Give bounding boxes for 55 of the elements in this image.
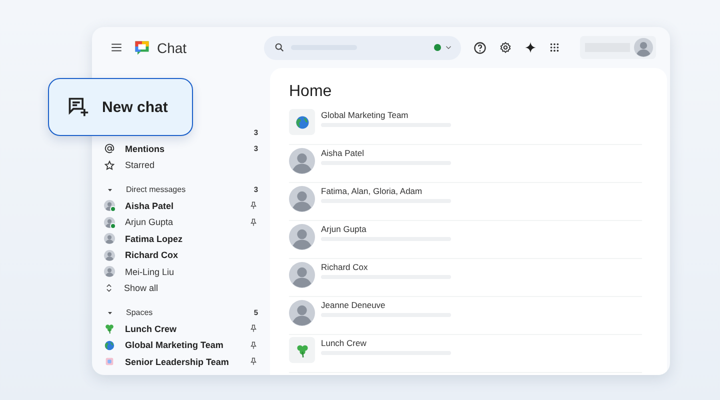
avatar-icon xyxy=(104,250,115,261)
pin-icon[interactable] xyxy=(249,357,258,366)
pin-icon[interactable] xyxy=(249,218,258,227)
avatar-icon xyxy=(104,266,115,278)
help-icon[interactable] xyxy=(473,40,487,54)
account-button[interactable] xyxy=(580,36,656,59)
avatar-icon xyxy=(634,38,653,57)
globe-icon xyxy=(104,340,115,351)
conversation-item[interactable]: Global Marketing Team xyxy=(289,107,642,145)
sidebar-item[interactable]: Senior Leadership Team xyxy=(125,356,239,367)
avatar-icon xyxy=(104,233,115,244)
section-heading[interactable]: Direct messages xyxy=(126,185,242,194)
space-icon xyxy=(104,356,115,368)
sidebar-item[interactable]: Show all xyxy=(124,283,258,294)
section-heading[interactable]: Spaces xyxy=(126,308,242,317)
settings-icon[interactable] xyxy=(499,41,512,54)
sidebar-item[interactable]: Fatima Lopez xyxy=(125,234,258,244)
avatar-icon xyxy=(289,224,315,250)
shamrock-icon xyxy=(104,323,115,334)
chat-logo-icon xyxy=(133,38,151,56)
conversation-item[interactable]: Jeanne Deneuve xyxy=(289,297,642,335)
search-icon xyxy=(274,42,286,53)
sidebar-item[interactable]: Aisha Patel xyxy=(125,200,239,211)
avatar-icon xyxy=(289,300,315,326)
menu-icon[interactable] xyxy=(110,41,123,54)
conversation-item[interactable]: Arjun Gupta xyxy=(289,221,642,259)
pin-icon[interactable] xyxy=(249,340,258,350)
apps-icon[interactable] xyxy=(549,42,560,53)
conversation-item[interactable]: Fatima, Alan, Gloria, Adam xyxy=(289,183,642,221)
status-button[interactable] xyxy=(428,36,461,60)
avatar-icon xyxy=(289,262,315,288)
sidebar-item[interactable]: Global Marketing Team xyxy=(125,340,239,350)
new-chat-icon xyxy=(67,96,89,118)
sidebar-item[interactable]: Lunch Crew xyxy=(125,324,239,334)
expand-icon xyxy=(104,283,114,294)
sidebar-item[interactable]: Arjun Gupta xyxy=(125,217,239,228)
search-field[interactable] xyxy=(264,36,428,60)
page-title: Home xyxy=(289,83,333,101)
sparkle-icon[interactable] xyxy=(524,41,537,54)
conversation-item[interactable]: Lunch Crew xyxy=(289,335,642,373)
sidebar-item[interactable]: Richard Cox xyxy=(125,250,258,260)
star-icon xyxy=(104,160,115,171)
globe-icon xyxy=(289,109,315,135)
at-icon xyxy=(104,143,115,154)
shamrock-icon xyxy=(289,337,315,363)
pin-icon[interactable] xyxy=(249,324,258,334)
conversation-item[interactable]: Aisha Patel xyxy=(289,145,642,183)
sidebar-item[interactable]: Mei-Ling Liu xyxy=(125,266,258,277)
conversation-item[interactable]: Richard Cox xyxy=(289,259,642,297)
sidebar-item[interactable]: Starred xyxy=(104,157,258,174)
pin-icon[interactable] xyxy=(249,201,258,210)
app-title: Chat xyxy=(157,40,187,56)
new-chat-button[interactable]: New chat xyxy=(48,78,193,136)
avatar-icon xyxy=(289,148,315,174)
avatar-icon xyxy=(289,186,315,212)
